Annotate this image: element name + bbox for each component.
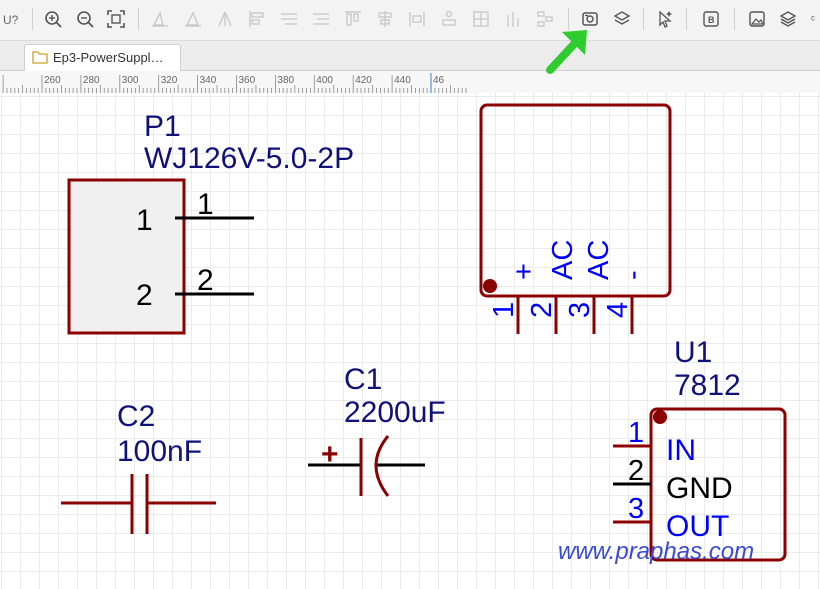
layers-stack-icon[interactable] [775, 7, 801, 31]
align-bottom-icon[interactable] [308, 7, 334, 31]
u1-pin1-name: IN [666, 434, 696, 467]
bridge-pin2-name: AC [547, 240, 579, 280]
u1-pin3-number: 3 [628, 493, 644, 525]
ruler-scale: 260 280 300 320 340 360 380 400 420 440 46 [2, 73, 467, 93]
c2-ref: C2 [117, 400, 155, 433]
align-top-icon[interactable] [244, 7, 270, 31]
p1-connector[interactable]: P1 WJ126V-5.0-2P 1 2 1 2 [67, 110, 354, 335]
p1-pin1-label: 1 [136, 204, 153, 237]
u1-pin2-number: 2 [628, 455, 644, 487]
u1-pin1-number: 1 [628, 417, 644, 449]
bridge-rectifier[interactable]: + AC AC - 1 2 3 4 [479, 103, 672, 334]
p1-pin2-number: 2 [197, 264, 214, 297]
ruler-tick-label: 340 [200, 75, 217, 86]
p1-body [67, 178, 186, 335]
svg-text:B: B [708, 15, 715, 25]
more-icon[interactable]: ᶜ [804, 7, 820, 31]
folder-icon [32, 51, 48, 64]
u1-value: 7812 [674, 369, 741, 402]
ruler-tick-label: 400 [316, 75, 333, 86]
distribute-v-icon[interactable] [372, 7, 398, 31]
ruler-tick-label: 360 [239, 75, 256, 86]
c1-ref: C1 [344, 363, 382, 396]
ruler-tick-label: 280 [83, 75, 100, 86]
group-icon[interactable] [436, 7, 462, 31]
ungroup-icon[interactable] [468, 7, 494, 31]
p1-pin1-number: 1 [197, 188, 214, 221]
grid-align-icon[interactable] [404, 7, 430, 31]
p1-pin2-label: 2 [136, 279, 153, 312]
toolbar-separator [32, 8, 33, 30]
bridge-pin3-number: 3 [564, 302, 596, 318]
toggle-pin-icon[interactable] [500, 7, 526, 31]
ruler-tick-label: 46 [433, 75, 445, 86]
undo-icon[interactable]: U? [0, 7, 24, 31]
ruler-tick-label: 380 [277, 75, 294, 86]
c1-capacitor[interactable]: C1 2200uF + [308, 363, 446, 497]
bridge-pin4-number: 4 [602, 302, 634, 318]
u1-ref: U1 [674, 336, 712, 369]
c1-polarity-mark: + [321, 438, 339, 471]
u1-pin1-marker [653, 410, 667, 424]
watermark-text: www.praphas.com [558, 538, 754, 565]
ruler-tick-label: 300 [122, 75, 139, 86]
toolbar-separator [734, 8, 735, 30]
document-tab[interactable]: Ep3-PowerSuppl… [24, 44, 181, 71]
u1-pin2-name: GND [666, 472, 733, 505]
c1-value: 2200uF [344, 396, 446, 429]
layers-stack-icon[interactable] [609, 7, 635, 31]
ruler-tick-label: 420 [355, 75, 372, 86]
c2-value: 100nF [117, 435, 202, 468]
green-arrow-annotation [546, 30, 587, 74]
bridge-pin3-name: AC [583, 240, 615, 280]
bridge-pin4-name: - [617, 270, 649, 280]
document-tab-label: Ep3-PowerSuppl… [53, 50, 164, 65]
toolbar-separator [643, 8, 644, 30]
u1-regulator[interactable]: U1 7812 1 2 3 IN GND OUT [613, 336, 787, 562]
ruler-tick-label: 440 [394, 75, 411, 86]
fit-icon[interactable] [103, 7, 129, 31]
align-middle-icon[interactable] [276, 7, 302, 31]
align-center-icon[interactable] [180, 7, 206, 31]
image-icon[interactable] [744, 7, 770, 31]
align-right-icon[interactable] [212, 7, 238, 31]
p1-ref: P1 [144, 110, 181, 143]
bridge-pin1-number: 1 [488, 302, 520, 318]
zoom-in-icon[interactable] [40, 7, 66, 31]
document-tab-bar: Ep3-PowerSuppl… [0, 41, 820, 71]
bridge-pin1-marker [483, 279, 497, 293]
ruler-tick-label: 320 [161, 75, 178, 86]
zoom-out-icon[interactable] [72, 7, 98, 31]
toolbar: U? B ᶜ [0, 0, 820, 41]
ruler-tick-label: 260 [44, 75, 61, 86]
cursor-sparkle-icon[interactable] [652, 7, 678, 31]
bridge-pin2-number: 2 [526, 302, 558, 318]
bom-icon[interactable]: B [698, 7, 724, 31]
schematic-drawing[interactable]: P1 WJ126V-5.0-2P 1 2 1 2 + AC AC - 1 2 3… [0, 93, 820, 589]
svg-text:ᶜ: ᶜ [811, 14, 815, 26]
align-left-icon[interactable] [147, 7, 173, 31]
horizontal-ruler: 260 280 300 320 340 360 380 400 420 440 46 [0, 71, 820, 94]
svg-text:U?: U? [3, 13, 19, 27]
toolbar-separator [138, 8, 139, 30]
p1-value: WJ126V-5.0-2P [144, 142, 354, 175]
c2-capacitor[interactable]: C2 100nF [61, 400, 216, 534]
schematic-canvas[interactable]: P1 WJ126V-5.0-2P 1 2 1 2 + AC AC - 1 2 3… [0, 93, 820, 589]
distribute-h-icon[interactable] [340, 7, 366, 31]
bridge-pin1-name: + [508, 263, 540, 280]
toolbar-separator [686, 8, 687, 30]
